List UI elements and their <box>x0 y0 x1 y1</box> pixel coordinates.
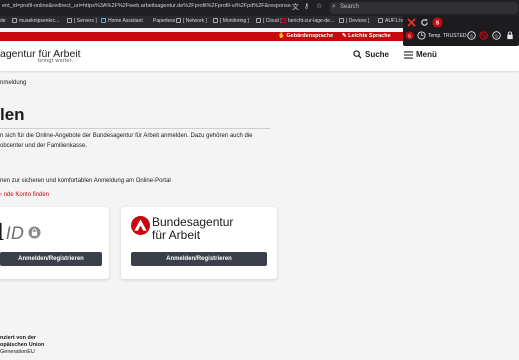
folder-icon <box>67 18 72 23</box>
eu-funding-notice: nziert von der opäischen Union Generatio… <box>0 335 45 355</box>
bookmark-item[interactable]: Home Assistant <box>101 18 143 24</box>
bookmark-folder[interactable]: [ Network ] <box>176 18 207 24</box>
breadcrumb[interactable]: nmeldung <box>0 80 26 86</box>
hamburger-icon <box>404 51 413 59</box>
bundid-intro-text: nen zur sicheren und komfortablen Anmeld… <box>0 178 171 184</box>
bookmark-item[interactable]: Paperless <box>153 18 175 24</box>
favicon-icon <box>12 18 17 23</box>
page-title: len <box>0 105 25 124</box>
favicon-icon <box>281 18 286 23</box>
site-logo-tagline: bringt weiter. <box>38 58 74 64</box>
browser-toolbar: ent_id=profil-online&redirect_uri=https%… <box>0 0 519 16</box>
favicon-icon <box>378 18 383 23</box>
bookmark-star-icon[interactable]: ☆ <box>316 2 322 10</box>
svg-text:S: S <box>470 33 473 38</box>
sign-language-link[interactable]: ✋ Gebärdensprache <box>278 33 333 39</box>
bookmark-item[interactable]: bericht-zur-lage-de... <box>281 18 334 24</box>
intro-text: n sich für die Online-Angebote der Bunde… <box>0 133 253 149</box>
svg-text:S: S <box>436 21 440 27</box>
trust-status-label: Temp. TRUSTED <box>428 33 467 39</box>
url-field[interactable]: ent_id=profil-online&redirect_uri=https%… <box>2 3 296 9</box>
key-icon[interactable]: ⚷ <box>304 2 309 10</box>
script-icon[interactable]: S <box>492 31 501 40</box>
noscript-icon[interactable]: S <box>432 17 443 28</box>
ba-logo-text: Bundesagentur für Arbeit <box>152 215 234 242</box>
folder-icon <box>176 18 181 23</box>
ba-logo-icon <box>131 216 150 235</box>
bookmark-folder[interactable]: [ Cloud ] <box>256 18 282 24</box>
search-icon <box>353 50 362 59</box>
lock-icon <box>507 31 513 40</box>
close-icon[interactable] <box>407 18 416 27</box>
find-account-link[interactable]: › nde Konto finden <box>0 192 49 198</box>
search-button[interactable]: Suche <box>353 50 389 59</box>
script-icon[interactable]: S <box>467 31 476 40</box>
bundid-logo: d <box>0 221 4 246</box>
bookmark-folder[interactable]: [ Monitoring ] <box>213 18 249 24</box>
bundid-logo-id: ID <box>6 224 25 244</box>
svg-text:S: S <box>495 33 498 38</box>
folder-icon <box>256 18 261 23</box>
clock-icon <box>417 31 426 40</box>
title-divider <box>0 128 270 129</box>
easy-language-link[interactable]: ✎ Leichte Sprache <box>342 33 391 39</box>
ba-login-button[interactable]: Anmelden/Registrieren <box>131 252 267 266</box>
browser-search-box[interactable]: ⌕ Search <box>330 2 518 14</box>
ba-login-card: Bundesagentur für Arbeit Anmelden/Regist… <box>121 207 277 279</box>
script-blocked-icon[interactable]: S <box>405 31 414 40</box>
forbidden-icon[interactable] <box>479 31 488 40</box>
search-icon: ⌕ <box>332 3 336 10</box>
bookmark-item[interactable]: de <box>0 18 6 24</box>
folder-icon <box>339 18 344 23</box>
extension-trust-row: S Temp. TRUSTED S S <box>403 30 519 42</box>
bookmark-folder[interactable]: [ Devices ] <box>339 18 369 24</box>
extension-popup: S S Temp. TRUSTED S S <box>403 16 519 46</box>
lock-icon <box>28 226 41 239</box>
menu-button[interactable]: Menü <box>404 50 437 59</box>
folder-icon <box>213 18 218 23</box>
reload-icon[interactable] <box>420 18 429 27</box>
bundid-login-button[interactable]: Anmelden/Registrieren <box>0 252 102 266</box>
translate-icon[interactable]: 文 <box>292 2 299 12</box>
bookmark-item[interactable]: museknipsenkrc... <box>12 18 59 24</box>
browser-search-placeholder: Search <box>340 4 360 10</box>
home-assistant-icon <box>101 18 106 23</box>
bookmark-folder[interactable]: [ Servers ] <box>67 18 97 24</box>
bundid-login-card: d ID Anmelden/Registrieren <box>0 207 109 279</box>
